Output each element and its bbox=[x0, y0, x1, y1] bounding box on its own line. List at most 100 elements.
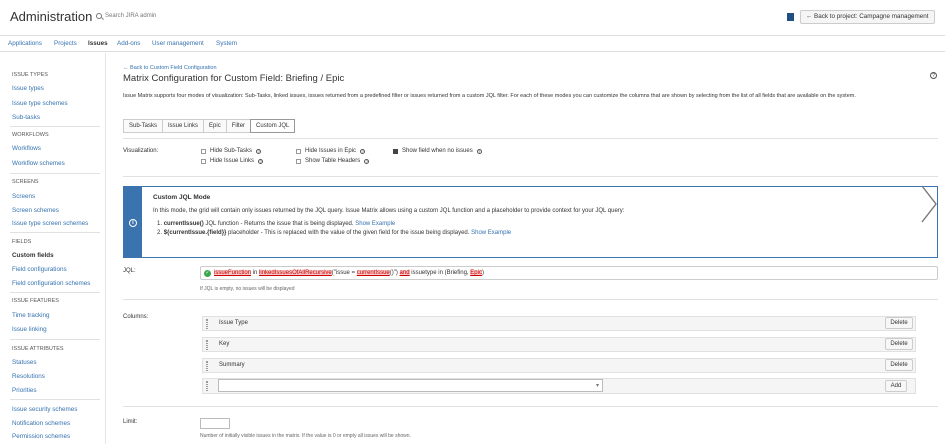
sidebar-item-issue-type-schemes[interactable]: Issue type schemes bbox=[12, 100, 68, 107]
hide-sub-tasks-checkbox[interactable]: Hide Sub-Tasks ? bbox=[201, 148, 262, 154]
checkbox-box[interactable] bbox=[296, 158, 301, 164]
sidebar-heading: FIELDS bbox=[12, 239, 32, 245]
sidebar-item-resolutions[interactable]: Resolutions bbox=[12, 373, 45, 380]
help-icon[interactable]: ? bbox=[930, 72, 937, 79]
show-example-link[interactable]: Show Example bbox=[471, 230, 511, 236]
nav-system[interactable]: System bbox=[216, 40, 237, 47]
drag-handle-icon bbox=[206, 381, 208, 391]
admin-nav: Applications Projects Issues Add-ons Use… bbox=[0, 37, 945, 52]
checkbox-label: Show field when no issues bbox=[402, 148, 473, 154]
limit-input[interactable] bbox=[200, 418, 230, 429]
nav-issues[interactable]: Issues bbox=[88, 40, 108, 47]
show-table-headers-checkbox[interactable]: Show Table Headers ? bbox=[296, 158, 370, 164]
tab-custom-jql[interactable]: Custom JQL bbox=[250, 119, 296, 133]
hide-issues-in-epic-checkbox[interactable]: Hide Issues in Epic ? bbox=[296, 148, 366, 154]
sidebar-item-screens[interactable]: Screens bbox=[12, 193, 35, 200]
tab-filter[interactable]: Filter bbox=[225, 119, 252, 133]
column-name: Key bbox=[219, 341, 230, 347]
help-icon[interactable]: ? bbox=[476, 148, 482, 154]
help-icon[interactable]: ? bbox=[360, 148, 366, 154]
jql-token: and bbox=[399, 270, 410, 276]
show-example-link[interactable]: Show Example bbox=[355, 221, 395, 227]
delete-button[interactable]: Delete bbox=[885, 359, 913, 371]
drag-handle-icon[interactable] bbox=[206, 319, 208, 329]
sidebar-item-priorities[interactable]: Priorities bbox=[12, 387, 37, 394]
back-to-field-config-link[interactable]: ← Back to Custom Field Configuration bbox=[123, 65, 217, 71]
info-intro: In this mode, the grid will contain only… bbox=[153, 208, 625, 214]
delete-button[interactable]: Delete bbox=[885, 317, 913, 329]
sidebar-item-issue-types[interactable]: Issue types bbox=[12, 85, 44, 92]
list-number: 2. bbox=[157, 230, 163, 236]
page-title: Matrix Configuration for Custom Field: B… bbox=[123, 73, 345, 84]
sidebar-item-statuses[interactable]: Statuses bbox=[12, 359, 37, 366]
page-description: Issue Matrix supports four modes of visu… bbox=[123, 93, 856, 99]
help-icon[interactable]: ? bbox=[256, 148, 262, 154]
sidebar-item-field-configuration-schemes[interactable]: Field configuration schemes bbox=[12, 280, 90, 287]
sidebar-item-workflows[interactable]: Workflows bbox=[12, 145, 41, 152]
jql-token: ("issue = bbox=[331, 270, 357, 276]
valid-check-icon: ✓ bbox=[204, 270, 211, 277]
sidebar: ISSUE TYPES Issue types Issue type schem… bbox=[0, 53, 106, 444]
nav-projects[interactable]: Projects bbox=[54, 40, 77, 47]
checkbox-box[interactable] bbox=[201, 158, 206, 164]
notification-flag-icon[interactable] bbox=[787, 13, 794, 21]
checkbox-box[interactable] bbox=[201, 148, 206, 154]
placeholder-name: ${currentIssue.{field}} bbox=[163, 230, 227, 236]
info-item-2: 2. ${currentIssue.{field}} placeholder -… bbox=[157, 230, 511, 236]
hide-issue-links-checkbox[interactable]: Hide Issue Links ? bbox=[201, 158, 264, 164]
sidebar-item-sub-tasks[interactable]: Sub-tasks bbox=[12, 114, 40, 121]
checkbox-label: Show Table Headers bbox=[305, 158, 361, 164]
tab-epic[interactable]: Epic bbox=[203, 119, 227, 133]
nav-add-ons[interactable]: Add-ons bbox=[117, 40, 140, 47]
help-icon[interactable]: ? bbox=[364, 158, 370, 164]
sidebar-item-time-tracking[interactable]: Time tracking bbox=[12, 312, 50, 319]
drag-handle-icon[interactable] bbox=[206, 361, 208, 371]
sidebar-item-workflow-schemes[interactable]: Workflow schemes bbox=[12, 160, 65, 167]
tab-issue-links[interactable]: Issue Links bbox=[162, 119, 205, 133]
info-strip: i bbox=[124, 187, 142, 257]
chevron-down-icon[interactable]: ▾ bbox=[596, 382, 599, 389]
nav-user-management[interactable]: User management bbox=[152, 40, 204, 47]
custom-jql-info-panel: i Custom JQL Mode In this mode, the grid… bbox=[123, 186, 938, 258]
column-row-issue-type[interactable]: Issue Type bbox=[202, 316, 916, 331]
help-icon[interactable]: ? bbox=[258, 158, 264, 164]
column-select[interactable]: ▾ bbox=[218, 379, 603, 392]
divider bbox=[123, 176, 938, 177]
column-row-summary[interactable]: Summary bbox=[202, 358, 916, 373]
sidebar-item-issue-linking[interactable]: Issue linking bbox=[12, 326, 47, 333]
jql-query-text: issueFunction in linkedIssuesOfAllRecurs… bbox=[214, 270, 484, 276]
divider bbox=[10, 232, 100, 233]
jql-label: JQL: bbox=[123, 268, 136, 274]
sidebar-item-custom-fields[interactable]: Custom fields bbox=[12, 252, 54, 259]
sidebar-item-issue-security-schemes[interactable]: Issue security schemes bbox=[12, 406, 77, 413]
drag-handle-icon[interactable] bbox=[206, 340, 208, 350]
jql-token: Epic bbox=[470, 270, 482, 276]
add-column-button[interactable]: Add bbox=[885, 380, 907, 392]
checkbox-box-checked[interactable] bbox=[393, 148, 398, 154]
chevron-right-icon[interactable] bbox=[920, 184, 940, 224]
jql-token: currentIssue bbox=[356, 270, 390, 276]
column-name: Summary bbox=[219, 362, 245, 368]
tab-sub-tasks[interactable]: Sub-Tasks bbox=[123, 119, 164, 133]
divider bbox=[123, 406, 938, 407]
sidebar-item-field-configurations[interactable]: Field configurations bbox=[12, 266, 67, 273]
checkbox-box[interactable] bbox=[296, 148, 301, 154]
info-heading: Custom JQL Mode bbox=[153, 194, 211, 201]
delete-button[interactable]: Delete bbox=[885, 338, 913, 350]
search-box[interactable]: Search JIRA admin bbox=[96, 13, 156, 19]
jql-input[interactable]: ✓ issueFunction in linkedIssuesOfAllRecu… bbox=[200, 266, 938, 280]
sidebar-item-permission-schemes[interactable]: Permission schemes bbox=[12, 433, 70, 440]
search-icon bbox=[96, 13, 102, 19]
info-item-1: 1. currentIssue() JQL function - Returns… bbox=[157, 221, 395, 227]
nav-applications[interactable]: Applications bbox=[8, 40, 42, 47]
divider bbox=[10, 399, 100, 400]
top-bar: Administration Search JIRA admin ← Back … bbox=[0, 0, 945, 36]
sidebar-item-issue-type-screen-schemes[interactable]: Issue type screen schemes bbox=[12, 220, 88, 227]
jql-token: linkedIssuesOfAllRecursive bbox=[259, 270, 332, 276]
show-field-when-no-issues-checkbox[interactable]: Show field when no issues ? bbox=[393, 148, 482, 154]
sidebar-item-screen-schemes[interactable]: Screen schemes bbox=[12, 207, 59, 214]
column-row-key[interactable]: Key bbox=[202, 337, 916, 352]
sidebar-item-notification-schemes[interactable]: Notification schemes bbox=[12, 420, 70, 427]
jql-token: issueFunction bbox=[214, 270, 252, 276]
back-to-project-button[interactable]: ← Back to project: Campagne management bbox=[800, 10, 935, 24]
